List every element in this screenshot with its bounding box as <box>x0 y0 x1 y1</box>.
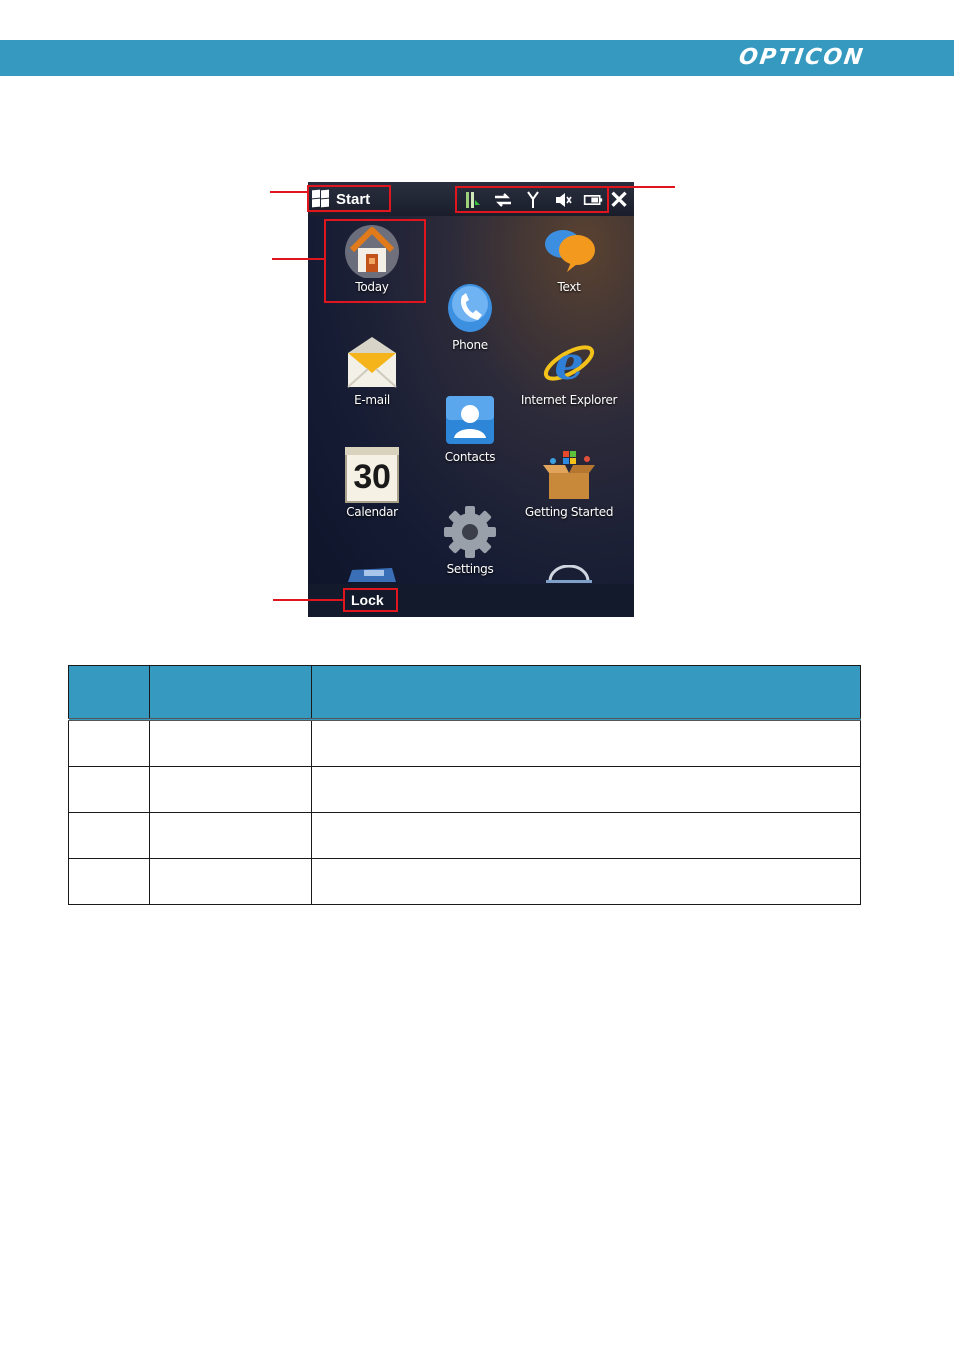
contact-card-icon <box>442 392 498 448</box>
tile-label: Calendar <box>346 505 398 519</box>
table-row <box>68 858 861 905</box>
tile-calendar[interactable]: 30 Calendar <box>324 447 420 519</box>
tile-label: Settings <box>446 562 494 576</box>
tile-label: Text <box>557 280 581 294</box>
header-bar: OPTICON <box>0 40 954 76</box>
table-row <box>68 766 861 813</box>
partial-app-icon[interactable] <box>346 566 398 582</box>
table-cell <box>68 812 150 859</box>
chat-bubbles-icon <box>541 222 597 278</box>
tile-phone[interactable]: Phone <box>422 280 518 352</box>
callout-box-start <box>307 185 391 212</box>
table-cell <box>311 812 861 859</box>
internet-explorer-icon: e <box>541 335 597 391</box>
table-cell <box>68 718 150 767</box>
table-cell <box>149 718 312 767</box>
callout-box-today <box>324 219 426 303</box>
opticon-logo: OPTICON <box>737 45 866 70</box>
gift-box-icon <box>541 447 597 503</box>
partial-app-icon[interactable] <box>544 564 594 583</box>
tile-email[interactable]: E-mail <box>324 335 420 407</box>
callout-line-status <box>608 186 675 188</box>
table-header-cell <box>311 665 861 720</box>
table-cell <box>149 766 312 813</box>
callout-box-lock <box>343 588 398 612</box>
callout-line-today <box>272 258 325 260</box>
table-header-cell <box>68 665 150 720</box>
calendar-day-number: 30 <box>353 458 391 496</box>
phone-handset-icon <box>442 280 498 336</box>
callout-table <box>68 665 861 905</box>
table-cell <box>68 858 150 905</box>
tile-label: Internet Explorer <box>520 393 618 407</box>
tile-internet-explorer[interactable]: e Internet Explorer <box>514 335 624 407</box>
tile-label: Getting Started <box>524 505 614 519</box>
svg-text:e: e <box>555 336 584 390</box>
gear-icon <box>442 504 498 560</box>
tile-label: E-mail <box>354 393 390 407</box>
tile-text[interactable]: Text <box>521 222 617 294</box>
tile-settings[interactable]: Settings <box>422 504 518 576</box>
table-cell <box>311 766 861 813</box>
table-cell <box>149 812 312 859</box>
table-cell <box>68 766 150 813</box>
table-cell <box>311 718 861 767</box>
tile-getting-started[interactable]: Getting Started <box>514 447 624 519</box>
callout-box-status-icons <box>455 186 609 213</box>
table-row <box>68 812 861 859</box>
tile-label: Phone <box>452 338 488 352</box>
table-header-cell <box>149 665 312 720</box>
table-header-row <box>68 665 861 720</box>
tile-contacts[interactable]: Contacts <box>422 392 518 464</box>
calendar-icon: 30 <box>345 447 399 503</box>
callout-line-lock <box>273 599 344 601</box>
callout-line-start <box>270 191 308 193</box>
table-cell <box>149 858 312 905</box>
envelope-icon <box>344 335 400 391</box>
table-cell <box>311 858 861 905</box>
close-icon[interactable]: ✕ <box>606 186 632 215</box>
table-row <box>68 718 861 767</box>
tile-label: Contacts <box>444 450 496 464</box>
